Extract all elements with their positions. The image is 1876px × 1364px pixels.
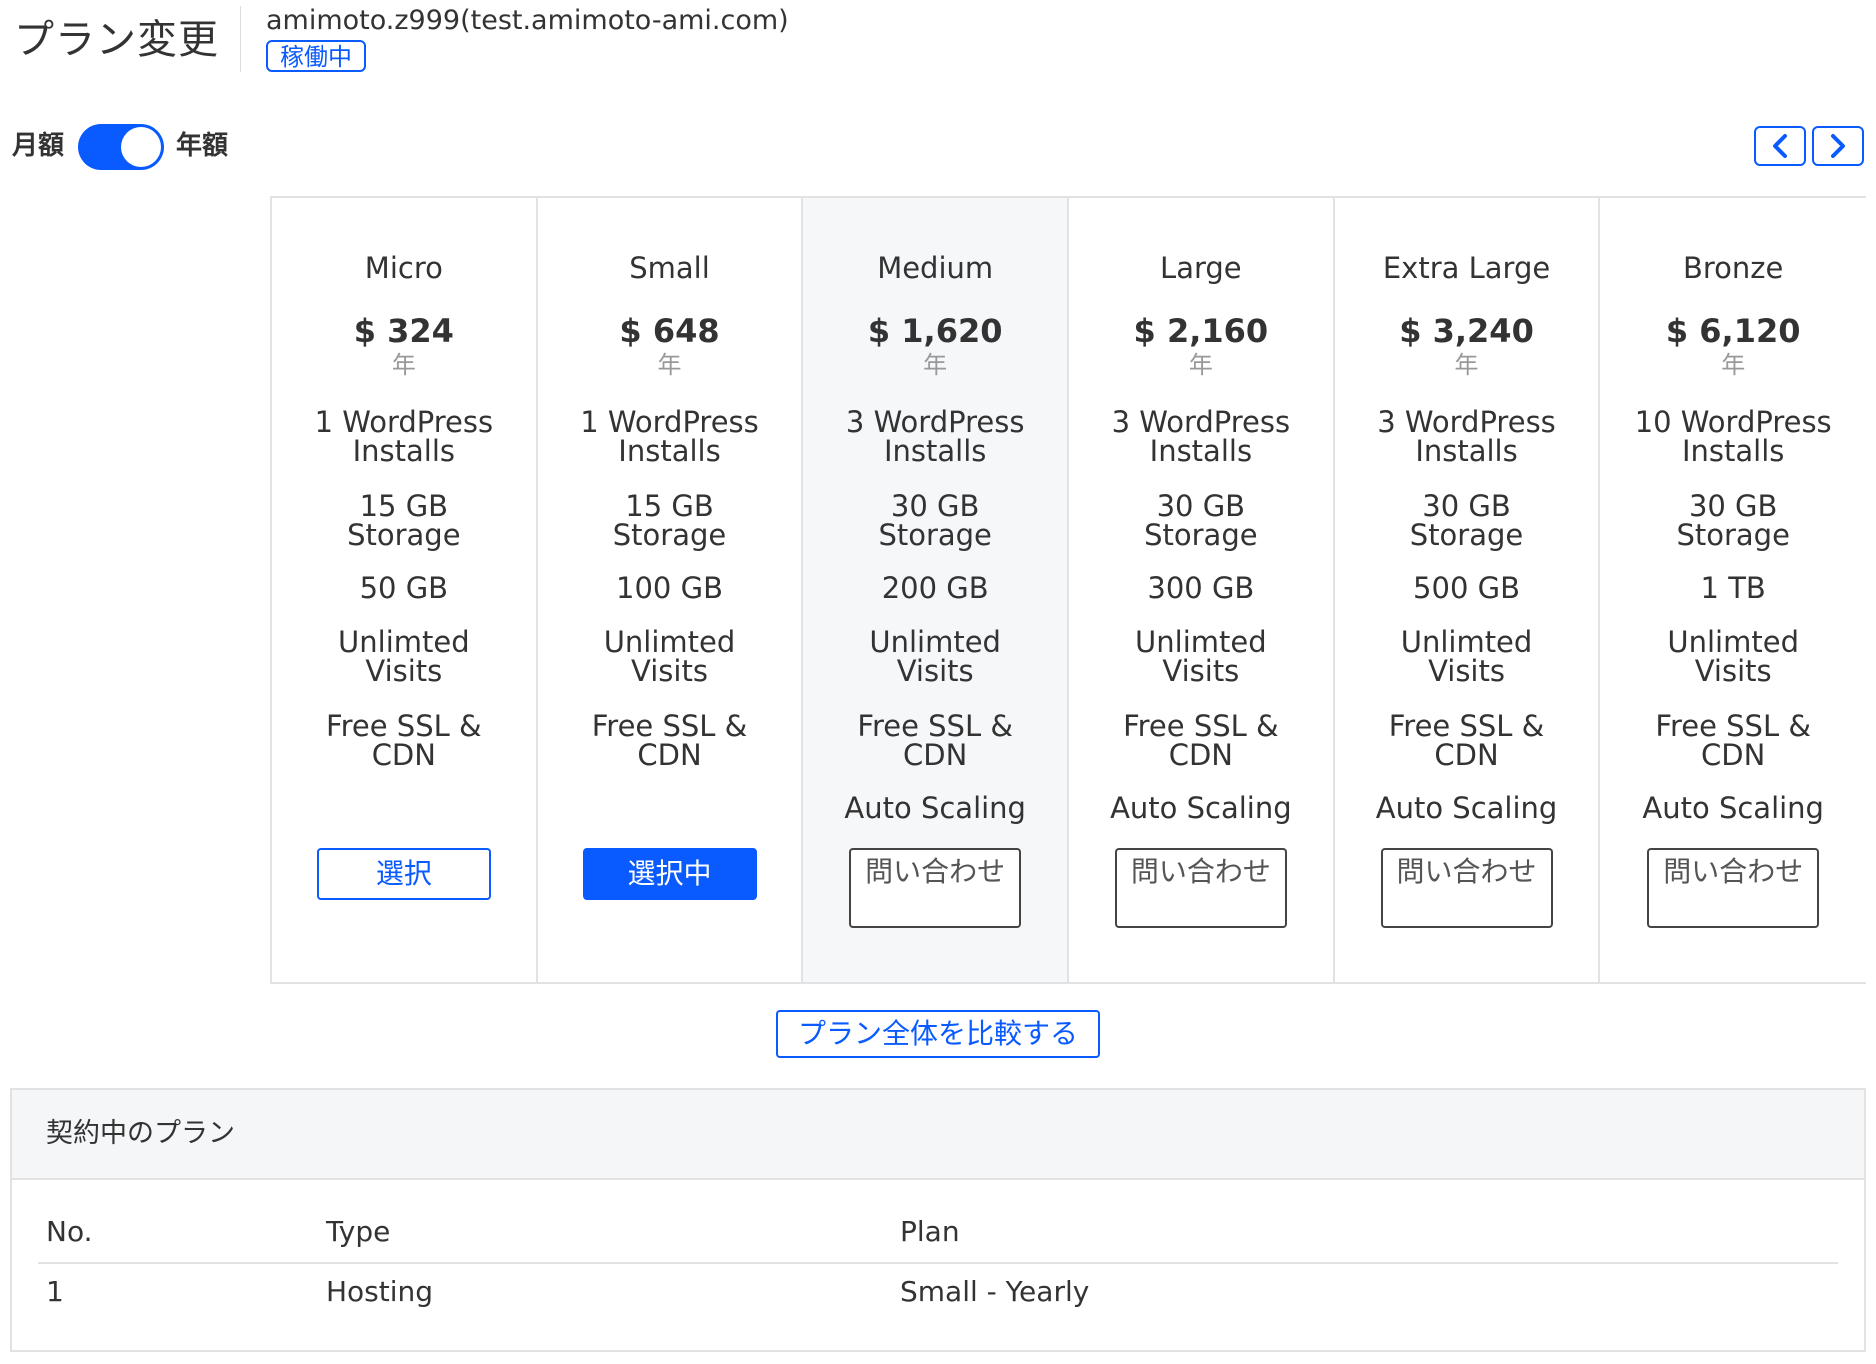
feature-ssl-cdn: Free SSL & CDN [591, 709, 748, 772]
plan-period: 年 [1188, 351, 1213, 379]
plan-card-bronze: Bronze $ 6,120 年 10 WordPress Installs 30… [1600, 198, 1866, 982]
plan-price: $ 648 [619, 312, 720, 350]
feature-auto-scaling: Auto Scaling [1110, 791, 1292, 825]
column-header-type: Type [326, 1215, 391, 1248]
table-cell-no: 1 [46, 1275, 64, 1308]
contact-button[interactable]: 問い合わせ [849, 848, 1022, 928]
column-header-no: No. [46, 1215, 93, 1248]
plan-card-small: Small $ 648 年 1 WordPress Installs 15 GB S… [538, 198, 804, 982]
contact-button[interactable]: 問い合わせ [1380, 848, 1553, 928]
panel-title: 契約中のプラン [46, 1118, 235, 1149]
feature-transfer: 500 GB [1413, 571, 1520, 605]
plan-period: 年 [1454, 351, 1479, 379]
column-header-plan: Plan [900, 1215, 960, 1248]
feature-visits: Unlimted Visits [1667, 625, 1799, 688]
feature-storage: 30 GB Storage [878, 489, 992, 552]
plan-name: Small [629, 251, 710, 285]
feature-installs: 3 WordPress Installs [1111, 405, 1291, 468]
feature-visits: Unlimted Visits [1135, 625, 1267, 688]
monthly-label[interactable]: 月額 [12, 128, 64, 164]
feature-auto-scaling: Auto Scaling [844, 791, 1026, 825]
panel-header: 契約中のプラン [12, 1090, 1864, 1180]
feature-auto-scaling: Auto Scaling [1375, 791, 1558, 825]
plan-name: Large [1160, 251, 1242, 285]
plan-price: $ 2,160 [1133, 312, 1269, 350]
plan-card-extra-large: Extra Large $ 3,240 年 3 WordPress Install… [1335, 198, 1601, 982]
feature-storage: 30 GB Storage [1676, 489, 1790, 552]
table-header-divider [38, 1262, 1838, 1264]
status-badge: 稼働中 [266, 40, 366, 72]
chevron-right-icon [1831, 134, 1845, 158]
feature-ssl-cdn: Free SSL & CDN [1123, 709, 1279, 772]
plan-price: $ 6,120 [1665, 312, 1801, 350]
chevron-left-icon [1773, 134, 1787, 158]
feature-installs: 1 WordPress Installs [580, 405, 759, 468]
plan-price: $ 3,240 [1399, 312, 1534, 350]
carousel-next-button[interactable] [1812, 126, 1864, 166]
feature-installs: 1 WordPress Installs [314, 405, 494, 468]
plan-card-large: Large $ 2,160 年 3 WordPress Installs 30 G… [1069, 198, 1335, 982]
feature-storage: 15 GB Storage [612, 489, 727, 552]
feature-ssl-cdn: Free SSL & CDN [857, 709, 1013, 772]
feature-storage: 30 GB Storage [1409, 489, 1524, 552]
plan-name: Bronze [1683, 251, 1784, 285]
contact-button[interactable]: 問い合わせ [1647, 848, 1820, 928]
plan-period: 年 [923, 351, 948, 379]
plan-name: Micro [364, 251, 443, 285]
plans-grid: Micro $ 324 年 1 WordPress Installs 15 GB S… [270, 196, 1866, 984]
feature-ssl-cdn: Free SSL & CDN [326, 709, 482, 772]
selected-plan-button[interactable]: 選択中 [582, 848, 757, 900]
billing-period-toggle[interactable] [78, 124, 164, 170]
plan-card-micro: Micro $ 324 年 1 WordPress Installs 15 GB S… [272, 198, 538, 982]
feature-visits: Unlimted Visits [603, 625, 736, 688]
plan-period: 年 [657, 351, 682, 379]
table-cell-type: Hosting [326, 1275, 434, 1308]
feature-visits: Unlimted Visits [1400, 625, 1533, 688]
toggle-knob [121, 127, 161, 167]
plan-period: 年 [391, 351, 416, 379]
plan-price: $ 1,620 [867, 312, 1003, 350]
feature-visits: Unlimted Visits [338, 625, 470, 688]
feature-storage: 30 GB Storage [1144, 489, 1258, 552]
plan-card-medium: Medium $ 1,620 年 3 WordPress Installs 30 … [803, 198, 1070, 982]
yearly-label[interactable]: 年額 [176, 128, 228, 164]
feature-ssl-cdn: Free SSL & CDN [1655, 709, 1811, 772]
feature-transfer: 50 GB [359, 571, 449, 605]
plan-price: $ 324 [353, 312, 454, 350]
feature-visits: Unlimted Visits [869, 625, 1001, 688]
contact-button[interactable]: 問い合わせ [1114, 848, 1287, 928]
carousel-prev-button[interactable] [1754, 126, 1806, 166]
feature-auto-scaling: Auto Scaling [1642, 791, 1824, 825]
feature-transfer: 1 TB [1700, 571, 1766, 605]
feature-installs: 10 WordPress Installs [1634, 405, 1832, 468]
compare-plans-button[interactable]: プラン全体を比較する [776, 1010, 1100, 1058]
feature-transfer: 300 GB [1147, 571, 1255, 605]
feature-installs: 3 WordPress Installs [1377, 405, 1556, 468]
feature-transfer: 200 GB [881, 571, 989, 605]
header-divider [240, 6, 241, 72]
select-plan-button[interactable]: 選択 [316, 848, 491, 900]
feature-storage: 15 GB Storage [347, 489, 461, 552]
table-cell-plan: Small - Yearly [900, 1275, 1090, 1308]
plan-period: 年 [1721, 351, 1746, 379]
feature-ssl-cdn: Free SSL & CDN [1388, 709, 1545, 772]
feature-installs: 3 WordPress Installs [845, 405, 1025, 468]
plan-name: Medium [877, 251, 994, 285]
feature-transfer: 100 GB [616, 571, 723, 605]
plan-name: Extra Large [1382, 251, 1551, 285]
site-name: amimoto.z999(test.amimoto-ami.com) [266, 5, 789, 36]
page-title: プラン変更 [14, 17, 219, 63]
